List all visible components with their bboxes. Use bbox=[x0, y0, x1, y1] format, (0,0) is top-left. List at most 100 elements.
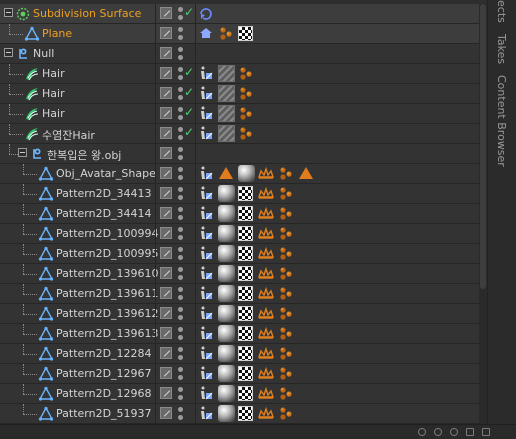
render-visibility-dot[interactable] bbox=[178, 175, 183, 180]
layer-button[interactable] bbox=[160, 347, 172, 359]
object-name-cell[interactable]: Pattern2D_12284 bbox=[0, 344, 155, 363]
tree-row[interactable]: Pattern2D_12968 bbox=[0, 384, 479, 404]
texture-tag-icon[interactable] bbox=[238, 386, 253, 401]
display-tag-icon[interactable] bbox=[238, 85, 256, 103]
square-icon[interactable] bbox=[466, 428, 474, 436]
editor-visibility-dot[interactable] bbox=[178, 7, 183, 12]
tree-row[interactable]: Pattern2D_34413 bbox=[0, 184, 479, 204]
object-name-cell[interactable]: Hair bbox=[0, 64, 155, 83]
uvw-tag-icon[interactable] bbox=[258, 385, 276, 403]
object-name-cell[interactable]: Plane bbox=[0, 24, 155, 43]
object-name-cell[interactable]: Obj_Avatar_Shape bbox=[0, 164, 156, 183]
tree-row[interactable]: Obj_Avatar_Shape bbox=[0, 164, 479, 184]
material-tag-icon[interactable] bbox=[218, 325, 235, 342]
object-name-cell[interactable]: 한복입은 왕.obj bbox=[0, 144, 155, 163]
uvw-tag-icon[interactable] bbox=[258, 365, 276, 383]
tree-row[interactable]: Null bbox=[0, 44, 479, 64]
render-visibility-dot[interactable] bbox=[178, 95, 183, 100]
display-tag-icon[interactable] bbox=[238, 105, 256, 123]
texture-tag-icon[interactable] bbox=[238, 226, 253, 241]
texture-tag-icon[interactable] bbox=[238, 366, 253, 381]
object-name-cell[interactable]: Pattern2D_34413 bbox=[0, 184, 155, 203]
layer-button[interactable] bbox=[160, 367, 172, 379]
texture-tag-icon[interactable] bbox=[238, 206, 253, 221]
layer-button[interactable] bbox=[160, 187, 172, 199]
material-tag-icon[interactable] bbox=[218, 405, 235, 422]
editor-visibility-dot[interactable] bbox=[178, 147, 183, 152]
display-tag-icon[interactable] bbox=[278, 225, 296, 243]
tab-objects[interactable]: ects bbox=[495, 0, 508, 23]
circle-icon[interactable] bbox=[450, 428, 458, 436]
display-tag-icon[interactable] bbox=[218, 25, 236, 43]
layer-button[interactable] bbox=[160, 47, 172, 59]
collapse-toggle[interactable] bbox=[18, 148, 27, 157]
uvw-tag-icon[interactable] bbox=[258, 185, 276, 203]
display-tag-icon[interactable] bbox=[278, 185, 296, 203]
texture-tag-icon[interactable] bbox=[238, 406, 253, 421]
layer-button[interactable] bbox=[160, 207, 172, 219]
object-name-cell[interactable]: Pattern2D_34414 bbox=[0, 204, 155, 223]
render-visibility-dot[interactable] bbox=[178, 215, 183, 220]
layer-button[interactable] bbox=[160, 327, 172, 339]
object-name-cell[interactable]: Pattern2D_139612 bbox=[0, 304, 159, 323]
triangle-tag-icon[interactable] bbox=[218, 165, 236, 183]
tab-takes[interactable]: Takes bbox=[495, 34, 508, 64]
texture-tag-icon[interactable] bbox=[238, 266, 253, 281]
display-tag-icon[interactable] bbox=[278, 405, 296, 423]
display-tag-icon[interactable] bbox=[278, 325, 296, 343]
render-visibility-dot[interactable] bbox=[178, 155, 183, 160]
object-name-cell[interactable]: Pattern2D_139610 bbox=[0, 264, 159, 283]
render-visibility-dot[interactable] bbox=[178, 395, 183, 400]
layer-button[interactable] bbox=[160, 127, 172, 139]
enabled-check-icon[interactable]: ✓ bbox=[184, 5, 194, 19]
tree-row[interactable]: Pattern2D_51937 bbox=[0, 404, 479, 424]
tree-row[interactable]: 수염잔Hair ✓ bbox=[0, 124, 479, 144]
phong-tag-icon[interactable] bbox=[198, 225, 216, 243]
square-icon[interactable] bbox=[482, 428, 490, 436]
render-visibility-dot[interactable] bbox=[178, 55, 183, 60]
editor-visibility-dot[interactable] bbox=[178, 327, 183, 332]
layer-button[interactable] bbox=[160, 267, 172, 279]
editor-visibility-dot[interactable] bbox=[178, 167, 183, 172]
texture-tag-icon[interactable] bbox=[238, 26, 253, 41]
layer-button[interactable] bbox=[160, 287, 172, 299]
uvw-tag-icon[interactable] bbox=[258, 325, 276, 343]
object-name-cell[interactable]: Null bbox=[0, 44, 155, 63]
uvw-tag-icon[interactable] bbox=[258, 165, 276, 183]
render-visibility-dot[interactable] bbox=[178, 295, 183, 300]
hair-material-tag-icon[interactable] bbox=[218, 125, 235, 142]
render-visibility-dot[interactable] bbox=[178, 335, 183, 340]
circle-icon[interactable] bbox=[434, 428, 442, 436]
display-tag-icon[interactable] bbox=[278, 245, 296, 263]
display-tag-icon[interactable] bbox=[278, 265, 296, 283]
phong-tag-icon[interactable] bbox=[198, 105, 216, 123]
layer-button[interactable] bbox=[160, 67, 172, 79]
uvw-tag-icon[interactable] bbox=[258, 305, 276, 323]
editor-visibility-dot[interactable] bbox=[178, 107, 183, 112]
render-visibility-dot[interactable] bbox=[178, 415, 183, 420]
phong-tag-icon[interactable] bbox=[198, 385, 216, 403]
render-visibility-dot[interactable] bbox=[178, 355, 183, 360]
tree-row[interactable]: Pattern2D_12284 bbox=[0, 344, 479, 364]
texture-tag-icon[interactable] bbox=[238, 186, 253, 201]
object-name-cell[interactable]: Subdivision Surface bbox=[0, 4, 155, 23]
material-tag-icon[interactable] bbox=[218, 245, 235, 262]
render-visibility-dot[interactable] bbox=[178, 255, 183, 260]
circle-icon[interactable] bbox=[418, 428, 426, 436]
editor-visibility-dot[interactable] bbox=[178, 247, 183, 252]
object-name-cell[interactable]: Pattern2D_12967 bbox=[0, 364, 155, 383]
object-name-cell[interactable]: Pattern2D_100995 bbox=[0, 244, 159, 263]
scrollbar-thumb[interactable] bbox=[480, 4, 486, 289]
editor-visibility-dot[interactable] bbox=[178, 367, 183, 372]
object-name-cell[interactable]: Pattern2D_100994 bbox=[0, 224, 159, 243]
object-name-cell[interactable]: Pattern2D_139611 bbox=[0, 284, 159, 303]
enabled-check-icon[interactable]: ✓ bbox=[184, 65, 194, 79]
render-visibility-dot[interactable] bbox=[178, 375, 183, 380]
phong-tag-icon[interactable] bbox=[198, 185, 216, 203]
rotate-tag-icon[interactable] bbox=[198, 5, 216, 23]
material-tag-icon[interactable] bbox=[218, 185, 235, 202]
phong-tag-icon[interactable] bbox=[198, 125, 216, 143]
tree-row[interactable]: Pattern2D_100994 bbox=[0, 224, 479, 244]
object-name-cell[interactable]: Pattern2D_51937 bbox=[0, 404, 155, 423]
display-tag-icon[interactable] bbox=[278, 305, 296, 323]
